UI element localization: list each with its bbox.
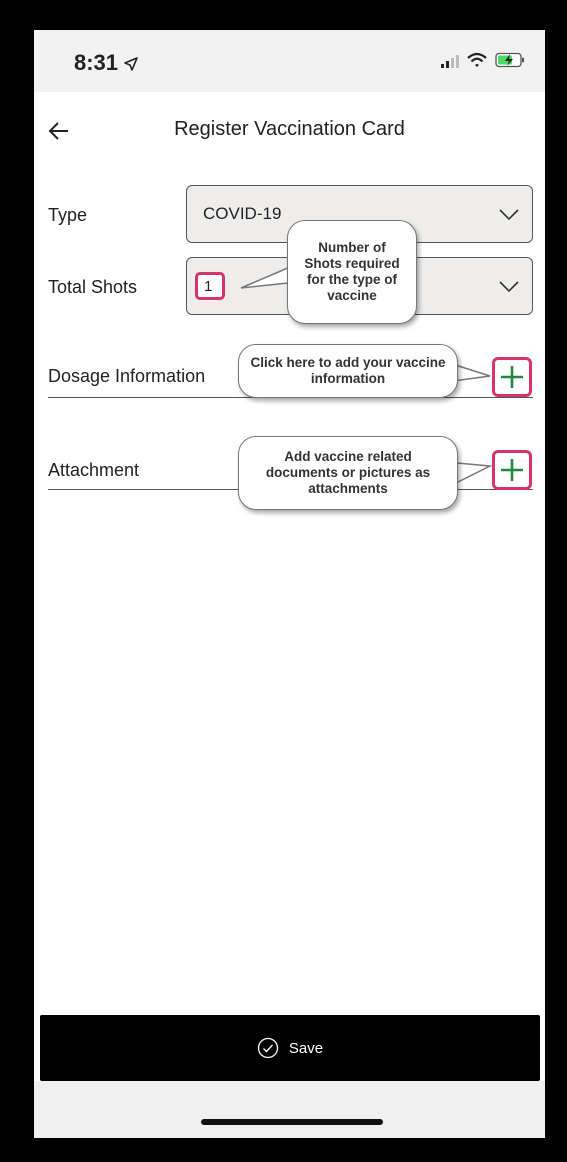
callout-dosage: Click here to add your vaccine informati… [238, 344, 458, 398]
wifi-icon [467, 52, 487, 67]
location-arrow-icon [124, 57, 138, 71]
callout-shots-text: Number of Shots required for the type of… [304, 240, 400, 303]
total-shots-value: 1 [195, 272, 225, 300]
callout-shots: Number of Shots required for the type of… [287, 220, 417, 324]
home-area [34, 1081, 545, 1138]
app-bar: Register Vaccination Card [34, 92, 545, 168]
attachment-label: Attachment [48, 460, 140, 480]
plus-icon [501, 366, 523, 388]
callout-attachment: Add vaccine related documents or picture… [238, 436, 458, 510]
page-title: Register Vaccination Card [174, 118, 405, 140]
status-bar: 8:31 [34, 30, 545, 92]
home-indicator[interactable] [201, 1119, 383, 1125]
plus-icon [501, 459, 523, 481]
signal-icon [441, 54, 459, 68]
status-icons [441, 52, 525, 68]
check-circle-icon [257, 1037, 279, 1059]
phone-screen: 8:31 Register Vaccination Card Type COVI… [34, 30, 545, 1138]
callout-attachment-text: Add vaccine related documents or picture… [265, 449, 431, 496]
dosage-label: Dosage Information [48, 366, 206, 386]
add-attachment-button[interactable] [492, 450, 532, 490]
type-select-value: COVID-19 [203, 204, 282, 223]
battery-charging-icon [495, 52, 524, 68]
chevron-down-icon [499, 209, 519, 221]
status-time: 8:31 [74, 50, 138, 76]
save-button[interactable]: Save [40, 1015, 540, 1081]
callout-dosage-text: Click here to add your vaccine informati… [250, 355, 446, 386]
type-label: Type [48, 205, 88, 225]
total-shots-label: Total Shots [48, 277, 138, 297]
chevron-down-icon [499, 281, 519, 293]
save-label: Save [288, 1039, 324, 1057]
status-time-text: 8:31 [74, 50, 119, 75]
add-dosage-button[interactable] [492, 357, 532, 397]
